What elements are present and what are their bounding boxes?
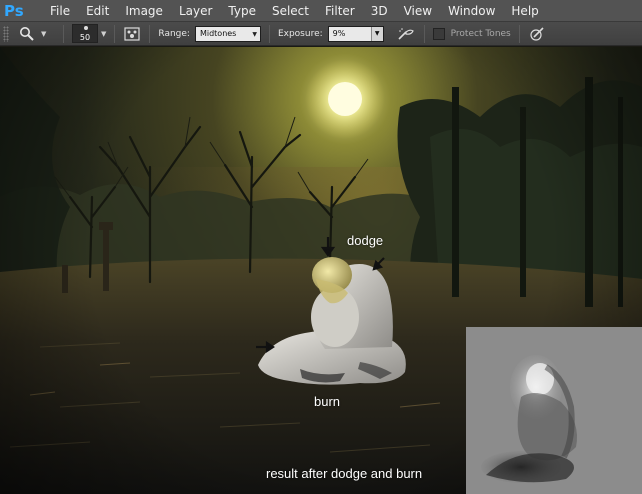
exposure-value[interactable]: 9% <box>333 29 371 38</box>
menu-filter[interactable]: Filter <box>317 0 363 22</box>
menu-file[interactable]: File <box>42 0 78 22</box>
exposure-field[interactable]: 9% ▼ <box>327 25 384 42</box>
chevron-down-icon: ▼ <box>252 30 257 38</box>
pressure-size-icon[interactable] <box>528 26 546 42</box>
menu-help[interactable]: Help <box>503 0 546 22</box>
brush-tip-icon <box>84 26 88 30</box>
tool-options-bar: ▼ 50 ▼ Range: Midtones ▼ Exposure: 9% ▼ … <box>0 22 642 46</box>
menu-window[interactable]: Window <box>440 0 503 22</box>
grayscale-mask-image <box>481 355 577 483</box>
range-value: Midtones <box>199 29 237 38</box>
options-bar-grip[interactable] <box>3 25 9 42</box>
document-canvas[interactable]: dodge burn result after dodge and burn <box>0 47 642 494</box>
menu-3d[interactable]: 3D <box>363 0 396 22</box>
range-label: Range: <box>158 28 190 39</box>
divider <box>268 24 270 43</box>
annotation-burn: burn <box>314 394 341 409</box>
menu-view[interactable]: View <box>396 0 440 22</box>
annotation-dodge: dodge <box>347 233 384 248</box>
airbrush-icon[interactable] <box>396 26 416 42</box>
chevron-down-icon[interactable]: ▼ <box>370 26 383 41</box>
menu-bar: Ps File Edit Image Layer Type Select Fil… <box>0 0 642 22</box>
dodge-burn-layer-thumbnail <box>466 327 642 494</box>
protect-tones-checkbox[interactable] <box>432 27 445 40</box>
menu-image[interactable]: Image <box>117 0 171 22</box>
brush-preset-picker[interactable]: 50 <box>72 24 98 43</box>
exposure-label: Exposure: <box>277 28 323 39</box>
annotation-result: result after dodge and burn <box>266 466 423 481</box>
photoshop-logo: Ps <box>4 1 24 20</box>
brush-panel-icon[interactable] <box>123 26 141 42</box>
divider <box>63 24 64 43</box>
divider <box>423 24 425 43</box>
menu-select[interactable]: Select <box>264 0 317 22</box>
menu-type[interactable]: Type <box>220 0 264 22</box>
chevron-down-icon: ▼ <box>41 29 47 38</box>
dodge-tool-icon <box>20 26 34 41</box>
divider <box>518 24 520 43</box>
menu-edit[interactable]: Edit <box>78 0 117 22</box>
chevron-down-icon[interactable]: ▼ <box>101 30 106 38</box>
protect-tones-label[interactable]: Protect Tones <box>451 29 511 39</box>
divider <box>114 24 116 43</box>
menu-layer[interactable]: Layer <box>171 0 220 22</box>
brush-size-value: 50 <box>79 33 91 42</box>
tool-preset-picker[interactable]: ▼ <box>19 26 55 42</box>
divider <box>149 24 151 43</box>
range-select[interactable]: Midtones ▼ <box>194 25 261 42</box>
